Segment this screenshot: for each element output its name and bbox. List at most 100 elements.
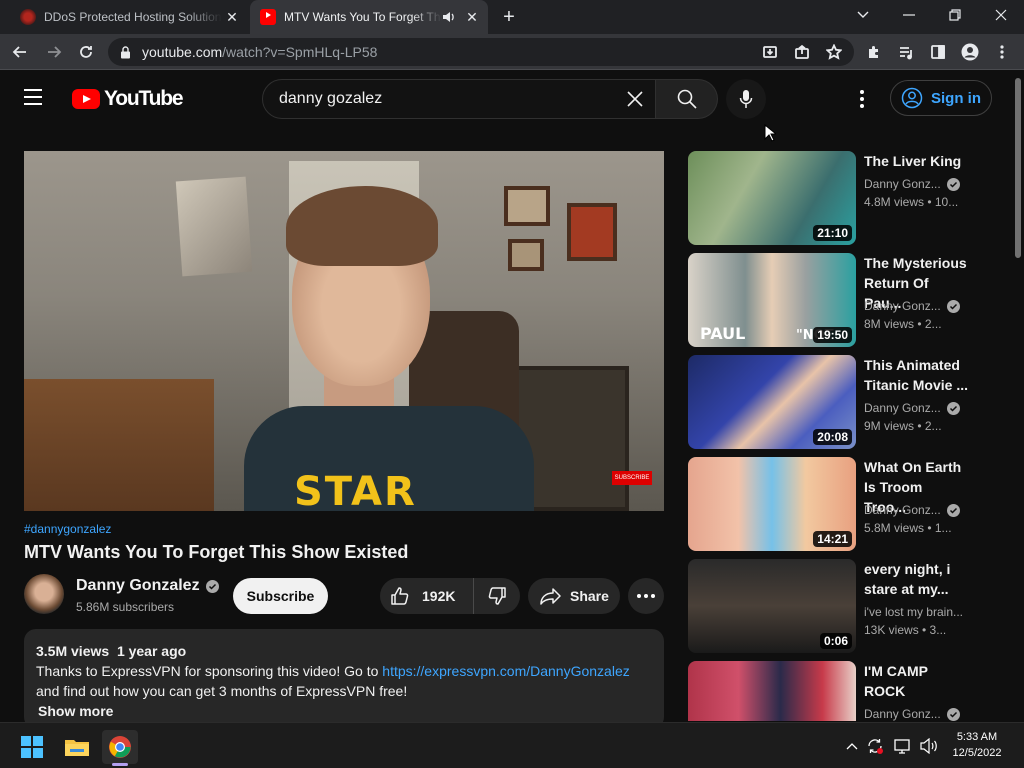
subscribe-button[interactable]: Subscribe: [233, 578, 328, 614]
taskbar-clock[interactable]: 5:33 AM 12/5/2022: [944, 729, 1010, 761]
recommended-video[interactable]: PAUL "NOT 19:50 The MysteriousReturn Of …: [688, 253, 978, 347]
verified-check-icon: [205, 579, 219, 593]
chrome-menu-icon[interactable]: [990, 40, 1014, 64]
bookmark-star-icon[interactable]: [822, 40, 846, 64]
clear-search-icon[interactable]: [615, 80, 655, 118]
youtube-favicon-icon: [260, 9, 276, 25]
share-page-icon[interactable]: [790, 40, 814, 64]
channel-name[interactable]: Danny Gonzalez: [76, 577, 200, 595]
recommended-title[interactable]: every night, i stare at my...: [864, 559, 968, 599]
lock-icon[interactable]: [120, 45, 132, 59]
video-thumbnail[interactable]: 14:21: [688, 457, 856, 551]
close-window-icon[interactable]: [978, 0, 1024, 30]
sync-status-icon[interactable]: [864, 735, 886, 757]
new-tab-button[interactable]: +: [498, 6, 520, 28]
search-button[interactable]: [656, 79, 718, 119]
forward-icon[interactable]: [42, 40, 66, 64]
file-explorer-icon[interactable]: [59, 730, 95, 764]
speaker-icon[interactable]: [442, 10, 456, 24]
back-icon[interactable]: [8, 40, 32, 64]
subscribe-watermark[interactable]: SUBSCRIBE: [612, 471, 652, 485]
video-description[interactable]: 3.5M views 1 year ago Thanks to ExpressV…: [24, 629, 664, 729]
show-hidden-icons-icon[interactable]: [842, 735, 862, 757]
video-duration: 21:10: [813, 225, 852, 241]
share-arrow-icon: [540, 588, 561, 605]
volume-icon[interactable]: [918, 735, 940, 757]
profile-icon[interactable]: [958, 40, 982, 64]
url-text: youtube.com/watch?v=SpmHLq-LP58: [142, 44, 378, 60]
active-app-indicator: [112, 763, 128, 766]
settings-menu-icon[interactable]: [850, 87, 874, 111]
search-icon: [677, 89, 697, 109]
sign-in-button[interactable]: Sign in: [890, 80, 992, 116]
video-hashtag[interactable]: #dannygonzalez: [24, 522, 111, 536]
recommended-video[interactable]: 14:21 What On Earth Is Troom Troo... Dann…: [688, 457, 978, 551]
more-actions-button[interactable]: [628, 578, 664, 614]
close-tab-icon[interactable]: ✕: [462, 7, 482, 27]
search-input[interactable]: danny gozalez: [262, 79, 656, 119]
share-button[interactable]: Share: [528, 578, 620, 614]
reload-icon[interactable]: [74, 40, 98, 64]
windows-start-icon[interactable]: [14, 730, 50, 764]
recommended-channel[interactable]: Danny Gonz...: [864, 177, 960, 191]
shirt-print-text: STAR: [294, 469, 417, 511]
video-thumbnail[interactable]: PAUL "NOT 19:50: [688, 253, 856, 347]
clock-date: 12/5/2022: [952, 747, 1002, 759]
verified-check-icon: [946, 707, 960, 721]
recommended-meta: 4.8M views • 10...: [864, 195, 959, 209]
browser-tab-ddos[interactable]: DDoS Protected Hosting Solution ✕: [10, 0, 248, 34]
thumbnail-caption: PAUL: [700, 324, 746, 343]
dislike-button[interactable]: [474, 578, 520, 614]
channel-avatar[interactable]: [24, 574, 64, 614]
recommended-title[interactable]: I'M CAMP ROCK: [864, 661, 968, 701]
tab-search-icon[interactable]: [840, 0, 886, 30]
like-button[interactable]: 192K: [380, 578, 474, 614]
recommended-video[interactable]: I'M CAMP ROCK Danny Gonz...: [688, 661, 978, 721]
recommended-channel[interactable]: Danny Gonz...: [864, 401, 960, 415]
search-query[interactable]: danny gozalez: [279, 90, 615, 108]
recommended-channel[interactable]: i've lost my brain...: [864, 605, 963, 619]
recommended-meta: 8M views • 2...: [864, 317, 942, 331]
video-duration: 19:50: [813, 327, 852, 343]
thumbs-down-icon: [488, 587, 506, 605]
address-bar[interactable]: youtube.com/watch?v=SpmHLq-LP58: [108, 38, 854, 66]
extensions-icon[interactable]: [862, 40, 886, 64]
show-more-button[interactable]: Show more: [36, 701, 652, 721]
video-thumbnail[interactable]: 0:06: [688, 559, 856, 653]
video-thumbnail[interactable]: [688, 661, 856, 721]
chrome-taskbar-icon[interactable]: [102, 730, 138, 764]
browser-tab-youtube[interactable]: MTV Wants You To Forget This Show Existe…: [250, 0, 488, 34]
channel-name-row[interactable]: Danny Gonzalez: [76, 577, 219, 595]
youtube-logo[interactable]: YouTube: [72, 87, 184, 111]
recommended-channel[interactable]: Danny Gonz...: [864, 299, 960, 313]
guide-menu-icon[interactable]: [24, 89, 48, 109]
network-icon[interactable]: [892, 735, 914, 757]
side-panel-icon[interactable]: [926, 40, 950, 64]
verified-check-icon: [946, 299, 960, 313]
video-thumbnail[interactable]: 21:10: [688, 151, 856, 245]
description-line-2: and find out how you can get 3 months of…: [36, 683, 408, 699]
video-player[interactable]: STAR SUBSCRIBE: [24, 151, 664, 511]
recommended-channel[interactable]: Danny Gonz...: [864, 503, 960, 517]
scrollbar-thumb[interactable]: [1015, 78, 1021, 258]
upload-age: 1 year ago: [116, 643, 187, 659]
install-app-icon[interactable]: [758, 40, 782, 64]
video-thumbnail[interactable]: 20:08: [688, 355, 856, 449]
sponsor-link[interactable]: https://expressvpn.com/DannyGonzalez: [382, 663, 629, 679]
recommended-video[interactable]: 20:08 This Animated Titanic Movie ... Dan…: [688, 355, 978, 449]
mouse-cursor-icon: [764, 124, 776, 142]
tab-title: MTV Wants You To Forget This Show Existe…: [284, 10, 442, 24]
media-queue-icon[interactable]: [894, 40, 918, 64]
youtube-logo-text: YouTube: [104, 87, 184, 110]
recommended-video[interactable]: 0:06 every night, i stare at my... i've l…: [688, 559, 978, 653]
description-line-1: Thanks to ExpressVPN for sponsoring this…: [36, 663, 630, 679]
video-title: MTV Wants You To Forget This Show Existe…: [24, 542, 409, 562]
restore-icon[interactable]: [932, 0, 978, 30]
recommended-title[interactable]: This Animated Titanic Movie ...: [864, 355, 968, 395]
voice-search-button[interactable]: [726, 79, 766, 119]
recommended-title[interactable]: The Liver King: [864, 151, 968, 171]
minimize-icon[interactable]: [886, 0, 932, 30]
close-tab-icon[interactable]: ✕: [222, 7, 242, 27]
recommended-video[interactable]: 21:10 The Liver King Danny Gonz... 4.8M …: [688, 151, 978, 245]
recommended-channel[interactable]: Danny Gonz...: [864, 707, 960, 721]
